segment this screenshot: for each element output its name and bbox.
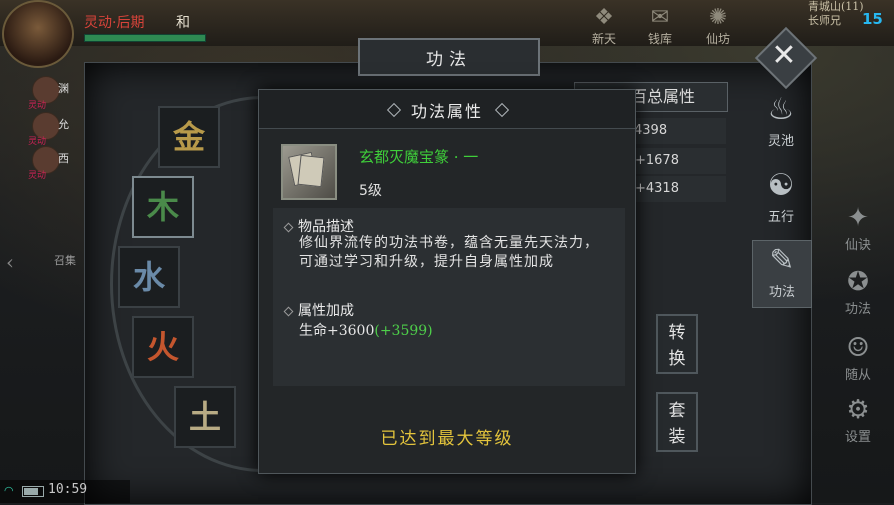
desc-heading: 物品描述	[283, 216, 354, 236]
counter-badge: 15	[862, 10, 883, 28]
sidebar-item-label: 五行	[767, 210, 794, 225]
convert-label-2: 换	[668, 349, 686, 369]
skill-icon: ✪	[847, 267, 869, 297]
convert-button[interactable]: 转 换	[656, 314, 698, 374]
top-icon-immortal[interactable]: ✺ 仙坊	[698, 5, 738, 47]
set-button[interactable]: 套 装	[656, 392, 698, 452]
element-wood-button[interactable]: 木	[132, 176, 194, 238]
party-member[interactable]: 允 灵动	[28, 112, 80, 147]
sidebar-item-label: 功法	[768, 285, 795, 300]
panel-title-box: 功法	[358, 38, 540, 76]
item-description: 修仙界流传的功法书卷，蕴含无量先天法力，可通过学习和升级，提升自身属性加成	[299, 235, 599, 270]
attr-bonus: (+3599)	[374, 323, 433, 339]
clock: 10:59	[48, 482, 88, 497]
item-level: 5级	[359, 183, 382, 199]
side-menu-skill[interactable]: ✪ 功法	[832, 266, 884, 317]
immortal-icon: ✺	[708, 5, 728, 30]
bullet-icon	[283, 306, 294, 316]
party-tag: 灵动	[28, 101, 47, 111]
sidebar-item-label: 灵池	[767, 134, 794, 149]
convert-label-1: 转	[668, 323, 686, 343]
attr-value: 生命+3600(+3599)	[299, 320, 433, 340]
side-menu-label: 随从	[844, 368, 871, 383]
top-icon-newday[interactable]: ❖ 新天	[584, 5, 624, 47]
party-member[interactable]: 渊 灵动	[28, 76, 80, 111]
side-menu-label: 设置	[844, 430, 871, 445]
party-member[interactable]: 西 灵动	[28, 146, 80, 181]
sidebar-item-scroll[interactable]: ✎ 功法	[752, 240, 812, 308]
top-icon-treasure[interactable]: ✉ 钱库	[640, 5, 680, 47]
set-label-1: 套	[668, 401, 686, 421]
follower-icon: ☺	[846, 333, 870, 363]
top-icon-label: 仙坊	[705, 32, 730, 46]
side-menu-label: 仙诀	[844, 238, 871, 253]
dialog-title-bar: 功法属性	[259, 90, 635, 129]
description-box: 物品描述 修仙界流传的功法书卷，蕴含无量先天法力，可通过学习和升级，提升自身属性…	[273, 208, 625, 386]
wifi-icon: ◠	[4, 484, 14, 497]
summon-label[interactable]: 召集	[54, 252, 76, 268]
element-earth-button[interactable]: 土	[174, 386, 236, 448]
party-name: 允	[58, 118, 69, 131]
desc-heading-text: 物品描述	[298, 219, 354, 235]
scroll-icon: ✎	[769, 243, 795, 278]
player-avatar[interactable]	[2, 0, 74, 68]
hp-bar	[84, 34, 206, 42]
max-level-text: 已达到最大等级	[380, 429, 514, 449]
attr-heading: 属性加成	[283, 300, 354, 320]
scroll-book-icon	[281, 144, 337, 200]
element-water-button[interactable]: 水	[118, 246, 180, 308]
side-menu-label: 功法	[844, 302, 871, 317]
immortal-art-icon: ✦	[847, 203, 869, 233]
top-icon-label: 新天	[591, 32, 616, 46]
dialog-title: 功法属性	[410, 102, 483, 121]
treasure-icon: ✉	[650, 5, 670, 30]
side-menu-follower[interactable]: ☺ 随从	[832, 332, 884, 383]
sidebar-item-spirit-pool[interactable]: ♨ 灵池	[752, 90, 810, 156]
item-name: 玄都灭魔宝篆 · 一	[359, 148, 479, 166]
top-icon-label: 钱库	[647, 32, 672, 46]
sidebar-item-five-elements[interactable]: ☯ 五行	[752, 166, 810, 232]
party-name: 渊	[58, 82, 69, 95]
element-metal-button[interactable]: 金	[158, 106, 220, 168]
bullet-icon	[283, 222, 294, 232]
side-menu-settings[interactable]: ⚙ 设置	[832, 394, 884, 445]
attr-heading-text: 属性加成	[298, 303, 354, 319]
player-name: 灵动·后期	[84, 15, 145, 31]
close-icon[interactable]: ✕	[768, 36, 800, 76]
element-fire-button[interactable]: 火	[132, 316, 194, 378]
battery-icon	[22, 486, 44, 497]
newday-icon: ❖	[594, 5, 614, 30]
five-elements-icon: ☯	[767, 168, 795, 203]
chevron-left-icon[interactable]: ‹	[6, 250, 14, 274]
location-text: 青城山(11) 长师兄	[808, 0, 864, 27]
party-name: 西	[58, 152, 69, 165]
player-stance[interactable]: 和	[176, 12, 190, 32]
spirit-pool-icon: ♨	[767, 92, 795, 127]
party-tag: 灵动	[28, 171, 47, 181]
set-label-2: 装	[668, 427, 686, 447]
attr-base: 生命+3600	[299, 323, 375, 339]
skill-attribute-dialog: 功法属性 玄都灭魔宝篆 · 一 5级 物品描述 修仙界流传的功法书卷，蕴含无量先…	[258, 89, 636, 474]
side-menu-immortal-art[interactable]: ✦ 仙诀	[832, 202, 884, 253]
panel-title: 功法	[426, 50, 472, 70]
settings-icon: ⚙	[846, 395, 870, 425]
